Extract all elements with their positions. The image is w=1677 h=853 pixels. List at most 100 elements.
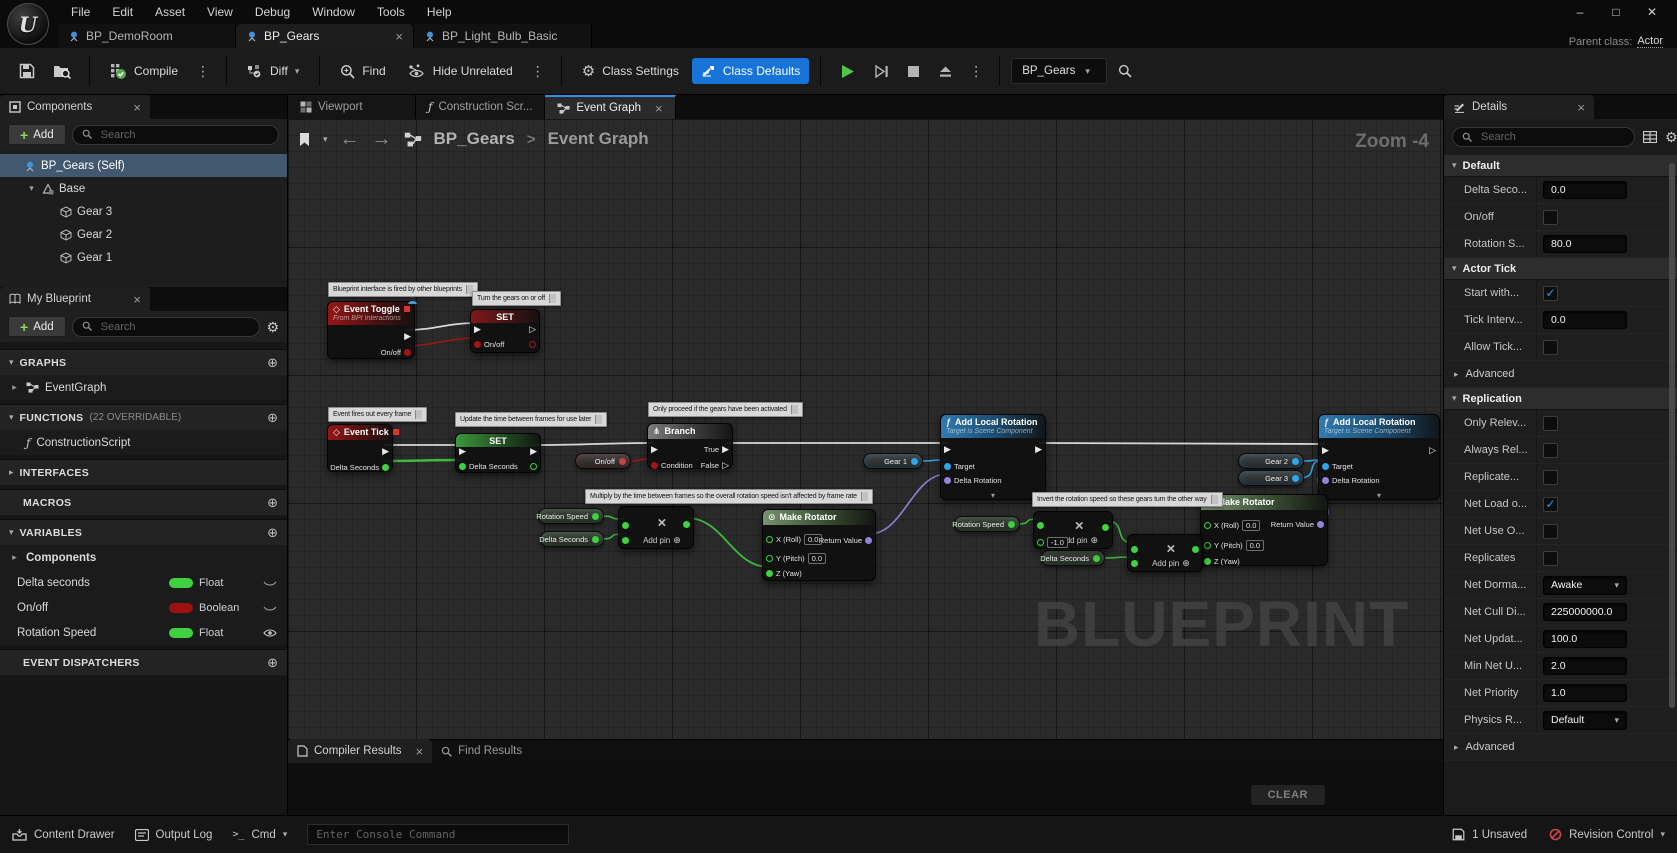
checkbox[interactable] [1543, 524, 1558, 539]
data-pin-icon[interactable] [1322, 477, 1329, 484]
data-pin-icon[interactable] [766, 570, 773, 577]
pin[interactable]: ▶ [651, 444, 658, 455]
add-pin-icon[interactable]: ⊕ [1182, 559, 1190, 568]
collapse-chevron-icon[interactable]: ▾ [1377, 491, 1381, 500]
comment-pin-icon[interactable] [595, 415, 602, 424]
section-interfaces[interactable]: ▸INTERFACES [0, 459, 287, 485]
data-pin-icon[interactable] [382, 464, 389, 471]
comment-pin-icon[interactable] [415, 410, 422, 419]
components-search[interactable] [72, 125, 279, 145]
details-advanced-row[interactable]: ▸Advanced [1444, 734, 1677, 761]
collapse-chevron-icon[interactable]: ▾ [991, 491, 995, 500]
details-advanced-row[interactable]: ▸Advanced [1444, 361, 1677, 388]
pin[interactable]: ▷ [529, 324, 536, 335]
node-set-onoff[interactable]: SET▶▷On/off [470, 309, 540, 353]
comment-bubble[interactable]: Blueprint interface is fired by other bl… [328, 282, 478, 297]
checkbox[interactable] [1543, 416, 1558, 431]
chevron-right-icon[interactable]: ▸ [9, 552, 20, 563]
data-pin-icon[interactable] [766, 536, 773, 543]
pin-condition[interactable]: Condition [651, 460, 693, 471]
plus-circle-icon[interactable]: ⊕ [267, 496, 278, 509]
browse-asset-button[interactable] [46, 59, 78, 84]
plus-circle-icon[interactable]: ⊕ [267, 411, 278, 424]
chevron-down-icon[interactable]: ▾ [1452, 160, 1457, 171]
pin[interactable]: ▶ [474, 324, 481, 335]
tree-row-base[interactable]: ▾Base [0, 177, 287, 200]
data-pin-icon[interactable] [1192, 546, 1199, 553]
data-pin-icon[interactable] [1102, 524, 1109, 531]
event-graph-canvas[interactable]: ▾ ← → BP_Gears > Event Graph Zoom -4 BLU… [288, 119, 1443, 739]
data-pin-icon[interactable] [529, 341, 536, 348]
close-icon[interactable]: × [387, 30, 403, 43]
pin-on-off[interactable]: On/off [474, 339, 504, 350]
add-pin-button[interactable]: Add pin⊕ [1152, 559, 1190, 568]
data-pin-icon[interactable] [530, 463, 537, 470]
revision-control-button[interactable]: Revision Control ▾ [1549, 828, 1665, 841]
comment-bubble[interactable]: Event fires out every frame [328, 407, 427, 422]
pin[interactable] [1131, 544, 1138, 555]
menu-edit[interactable]: Edit [101, 2, 144, 22]
node-event-toggle[interactable]: ◇Event ToggleFrom BPI Interactions▶On/of… [327, 301, 415, 359]
pin[interactable] [683, 519, 690, 530]
getter-gear-1[interactable]: Gear 1 [863, 453, 923, 469]
exec-pin-icon[interactable]: ▷ [529, 325, 536, 334]
close-icon[interactable]: × [125, 100, 141, 115]
class-defaults-button[interactable]: Class Defaults [692, 58, 809, 84]
data-pin-icon[interactable] [1204, 558, 1211, 565]
section-functions[interactable]: ▾FUNCTIONS(22 OVERRIDABLE)⊕ [0, 404, 287, 430]
dropdown[interactable]: Default▾ [1543, 711, 1627, 730]
bottom-tab-find-results[interactable]: Find Results [432, 739, 562, 763]
close-icon[interactable]: × [1569, 100, 1585, 115]
node-multiply-2[interactable]: ×Add pin⊕ [1127, 534, 1203, 572]
details-section-default[interactable]: ▾Default [1444, 155, 1677, 177]
components-search-input[interactable] [99, 128, 269, 142]
tree-row-bp-gears-self[interactable]: BP_Gears (Self) [0, 154, 287, 177]
data-pin-icon[interactable] [1204, 542, 1211, 549]
section-event-dispatchers[interactable]: EVENT DISPATCHERS⊕ [0, 649, 287, 675]
value-input[interactable]: 1.0 [1543, 684, 1627, 702]
asset-tab-bp-demoroom[interactable]: BP_DemoRoom [58, 24, 236, 48]
section-variables[interactable]: ▾VARIABLES⊕ [0, 519, 287, 545]
exec-pin-icon[interactable]: ▶ [382, 447, 389, 456]
tree-row-gear-3[interactable]: Gear 3 [0, 200, 287, 223]
pin[interactable]: -1.0 [1037, 537, 1068, 548]
pin[interactable] [1037, 520, 1044, 531]
comment-pin-icon[interactable] [861, 492, 868, 501]
section-macros[interactable]: MACROS⊕ [0, 489, 287, 515]
plus-circle-icon[interactable]: ⊕ [267, 526, 278, 539]
variable-visibility-toggle[interactable] [257, 578, 277, 588]
output-log-button[interactable]: Output Log [135, 829, 213, 841]
comment-bubble[interactable]: Update the time between frames for use l… [455, 412, 607, 427]
item-eventgraph[interactable]: ▸EventGraph [0, 375, 287, 400]
breadcrumb-root[interactable]: BP_Gears [434, 129, 515, 149]
details-search[interactable] [1452, 127, 1635, 147]
console-command-input[interactable] [307, 824, 569, 845]
menu-file[interactable]: File [60, 2, 101, 22]
add-pin-button[interactable]: Add pin⊕ [643, 536, 681, 545]
value-input[interactable]: 100.0 [1543, 630, 1627, 648]
tab-details[interactable]: Details × [1444, 95, 1594, 119]
pin-x-roll[interactable]: X (Roll)0.0 [1204, 520, 1260, 531]
value-input[interactable]: 0.0 [1543, 311, 1627, 329]
pin[interactable]: ▷ [1429, 445, 1436, 456]
exec-pin-icon[interactable]: ▶ [404, 332, 411, 341]
variable-rotation-speed[interactable]: Rotation SpeedFloat [0, 620, 287, 645]
data-pin-icon[interactable] [622, 537, 629, 544]
getter-delta-seconds[interactable]: Delta Seconds [540, 531, 604, 547]
pin-target[interactable]: Target [944, 461, 975, 472]
graph-options-icon[interactable]: ⋮ [526, 63, 550, 80]
pin-y-pitch[interactable]: Y (Pitch)0.0 [766, 553, 826, 564]
debug-browse-button[interactable] [1111, 59, 1139, 83]
pin-delta-seconds[interactable]: Delta Seconds [459, 461, 518, 472]
pin-y-pitch[interactable]: Y (Pitch)0.0 [1204, 540, 1264, 551]
pin-return-value[interactable]: Return Value [1271, 519, 1324, 530]
variable-visibility-toggle[interactable] [257, 603, 277, 613]
debug-object-dropdown[interactable]: BP_Gears ▾ [1011, 58, 1107, 84]
chevron-down-icon[interactable]: ▾ [9, 412, 14, 423]
data-pin-icon[interactable] [766, 555, 773, 562]
data-pin-icon[interactable] [683, 521, 690, 528]
data-pin-icon[interactable] [1317, 521, 1324, 528]
play-options-icon[interactable]: ⋮ [964, 63, 988, 80]
asset-tab-bp-light-bulb-basic[interactable]: BP_Light_Bulb_Basic [414, 24, 592, 48]
close-icon[interactable]: × [125, 292, 141, 307]
